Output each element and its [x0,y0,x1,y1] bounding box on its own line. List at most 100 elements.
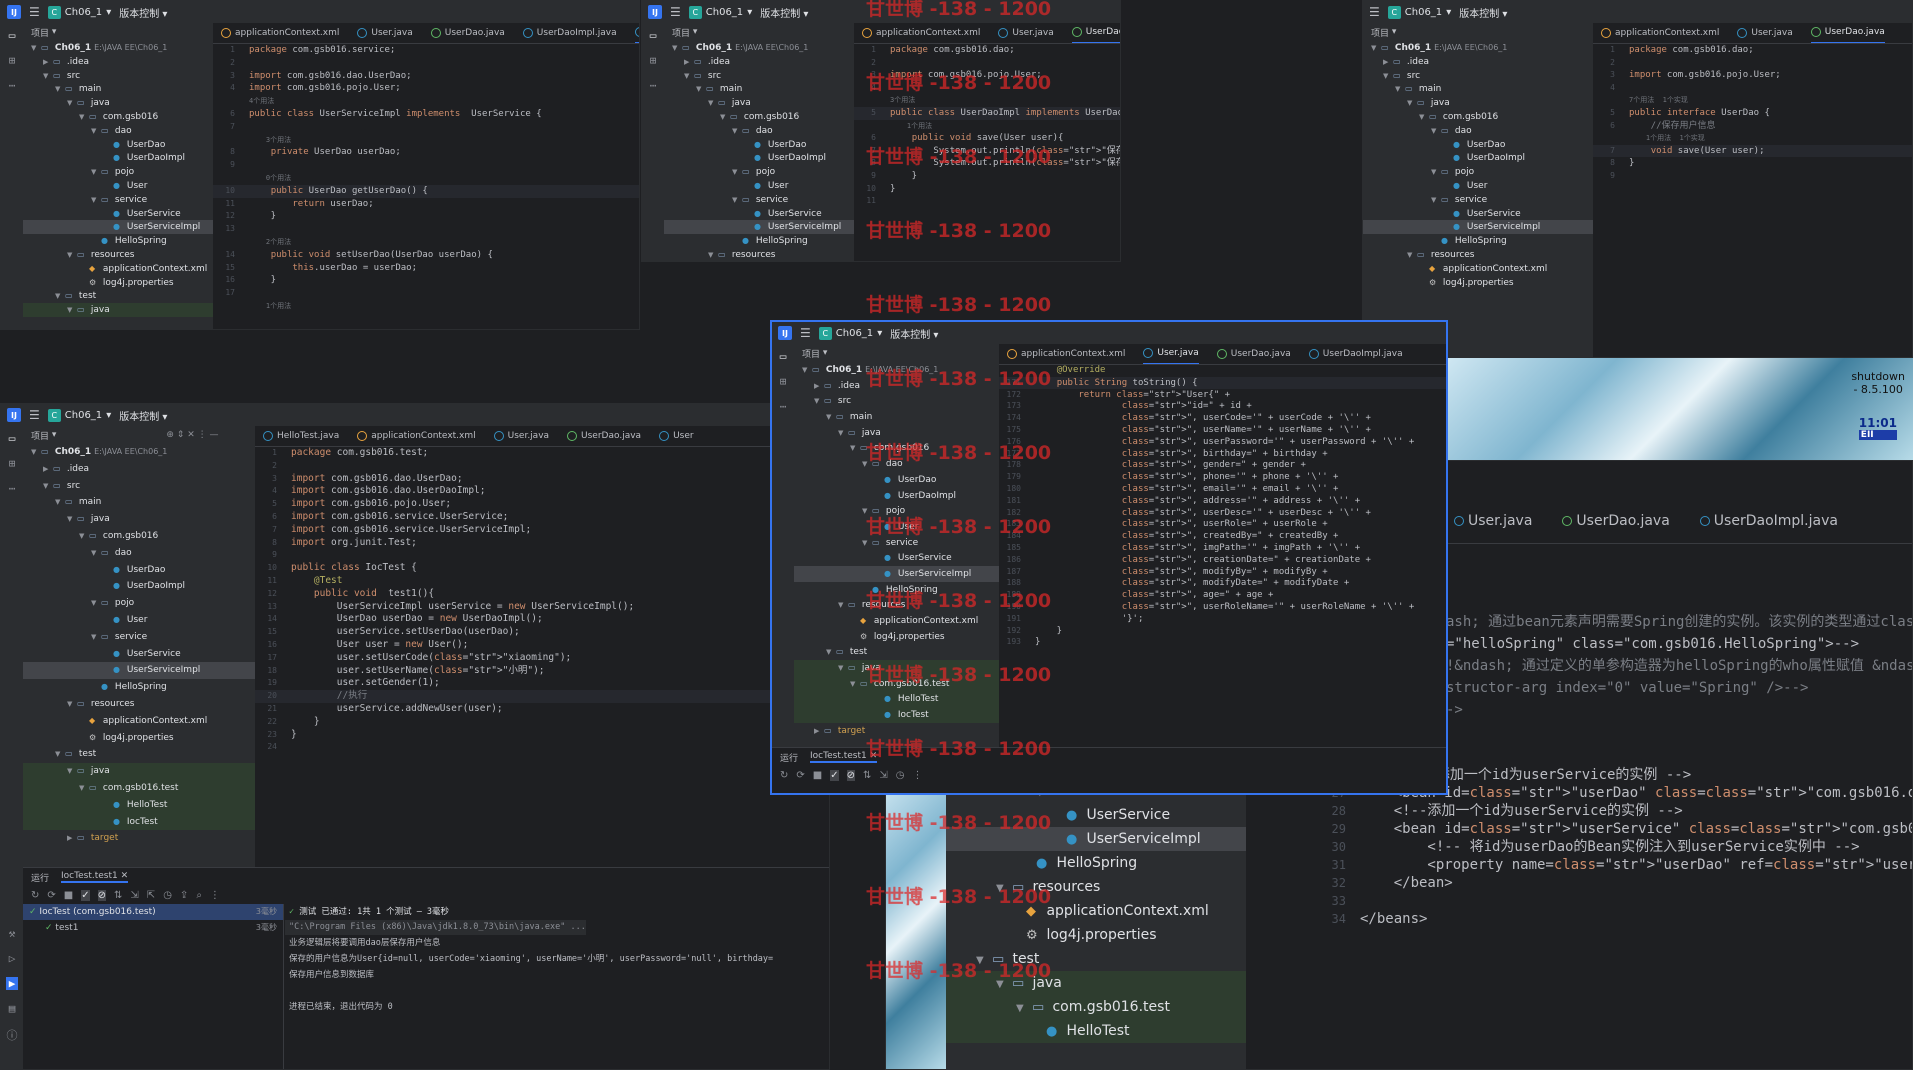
tree-item-userdao[interactable]: ● UserDao [23,562,255,579]
tree-item-user[interactable]: ● User [23,179,213,193]
tree-item-appctx[interactable]: ◆ applicationContext.xml [794,613,999,629]
tree-item-main[interactable]: ▼ ▭ main [23,82,213,96]
tree-item-resources[interactable]: ▼ ▭ resources [1363,248,1593,262]
tree-item-test[interactable]: ▼ ▭ test [23,746,255,763]
vcs-menu[interactable]: 版本控制 ▾ [760,5,808,20]
test-tree-root[interactable]: ✓ IocTest (com.gsb016.test) 3毫秒 [23,904,283,920]
tree-item-test-package[interactable]: ▼ ▭ com.gsb016.test [794,675,999,692]
editor-tab[interactable]: UserDao.java [1562,511,1670,531]
editor-tab[interactable]: UserDao.java [430,23,505,43]
show-passed-icon[interactable]: ✓ [830,769,839,781]
console-output[interactable]: ✓ 测试 已通过: 1共 1 个测试 – 3毫秒 "C:\Program Fil… [285,904,829,1069]
tree-item-userservice[interactable]: ● UserService [794,550,999,566]
history-icon[interactable]: ◷ [896,770,905,781]
tree-item-package[interactable]: ▼ ▭ com.gsb016 [794,440,999,456]
tree-item-service[interactable]: ▼▭ service [23,629,255,646]
editor-tab[interactable]: User.java [1143,344,1199,364]
tree-item-userdaoimpl[interactable]: ● UserDaoImpl [23,151,213,165]
more-tools-icon[interactable]: ⋯ [780,400,787,413]
structure-tool-icon[interactable]: ⊞ [9,457,16,470]
editor-tab[interactable]: applicationContext.xml [862,23,980,43]
tree-item-main[interactable]: ▼ ▭ main [664,82,854,96]
tree-item-resources[interactable]: ▼ ▭ resources [23,696,255,713]
test-tree-item[interactable]: ✓ test1 3毫秒 [23,920,283,936]
export-icon[interactable]: ⇪ [180,890,188,901]
project-tool-icon[interactable]: ▭ [9,29,16,42]
tree-item-userdaoimpl[interactable]: ● UserDaoImpl [1363,151,1593,165]
tree-item-ioctest[interactable]: ● IocTest [794,707,999,723]
tree-item-userdao[interactable]: ● UserDao [23,138,213,152]
stop-icon[interactable]: ■ [64,890,73,901]
tree-item-test[interactable]: ▼ ▭ test [23,289,213,303]
sort-icon[interactable]: ⇅ [114,890,122,901]
tree-item-package[interactable]: ▼ ▭ com.gsb016 [23,110,213,124]
tree-item-userdaoimpl[interactable]: ● UserDaoImpl [23,578,255,595]
tree-item-target[interactable]: ▶ ▭ target [794,723,999,739]
tree-item-hellospring[interactable]: ● HelloSpring [664,234,854,248]
run-tab-label[interactable]: 运行 [31,871,49,884]
editor-tab[interactable]: UserDao.java [567,426,641,446]
tree-item-java[interactable]: ▼ ▭ java [1363,96,1593,110]
rerun-icon[interactable]: ↻ [31,890,39,901]
tree-item-java[interactable]: ▼ ▭ java [664,96,854,110]
code-editor[interactable]: 26 <!-- 添加一个id为userService的实例 -->27 <bea… [1306,766,1912,1069]
tree-item-user[interactable]: ● User [23,612,255,629]
run-config-tab[interactable]: IocTest.test1 ✕ [61,871,129,883]
terminal-icon[interactable]: ▤ [9,1002,16,1015]
tree-item-pojo[interactable]: ▼ ▭ pojo [23,165,213,179]
editor-tab[interactable]: UserDao.java [1216,344,1291,364]
tree-item-hellospring[interactable]: ● HelloSpring [1363,234,1593,248]
tree-item-main[interactable]: ▼ ▭ main [23,494,255,511]
expand-icon[interactable]: ⇲ [879,770,887,781]
tree-item-userserviceimpl[interactable]: ● UserServiceImpl [23,662,255,680]
tree-item-appctx[interactable]: ◆ applicationContext.xml [23,262,213,276]
tree-item-main[interactable]: ▼ ▭ main [794,409,999,425]
editor-tab[interactable]: UserDaoImpl.java [522,23,617,43]
tree-item-java[interactable]: ▼ ▭ java [23,96,213,110]
editor-tab[interactable]: User.java [1737,23,1793,43]
tree-item-userdao[interactable]: ● UserDao [794,472,999,488]
project-switcher[interactable]: C Ch06_1 ▾ [1387,5,1451,19]
editor-tab[interactable]: UserDao.java [1810,23,1885,43]
tree-root[interactable]: ▼ ▭ Ch06_1 E:\JAVA EE\Ch06_1 [1363,41,1593,55]
panel-actions-icon[interactable]: ⊕ ⇕ ✕ ⋮ — [166,430,218,440]
tree-item-pojo[interactable]: ▼ ▭ pojo [1363,165,1593,179]
rerun-failed-icon[interactable]: ⟳ [47,890,55,901]
code-editor[interactable]: 1 package com.gsb016.dao; 2 3 import com.gsb… [854,44,1120,261]
tree-item-resources[interactable]: ▼ ▭ resources [664,248,854,261]
tree-item-service[interactable]: ▼▭ service [1363,193,1593,207]
tree-item-log4j[interactable]: ⚙ log4j.properties [23,730,255,747]
tree-item-test-java[interactable]: ▼ ▭ java [794,660,999,676]
tree-item-appctx[interactable]: ◆ applicationContext.xml [1363,262,1593,276]
collapse-icon[interactable]: ⇱ [147,890,155,901]
build-icon[interactable]: ⚒ [9,927,16,940]
tree-item-ioctest[interactable]: ● IocTest [23,813,255,831]
tree-item-service[interactable]: ▼▭ service [664,193,854,207]
tree-item-hellospring[interactable]: ● HelloSpring [23,234,213,248]
tree-item-resources[interactable]: ▼ ▭ resources [23,248,213,262]
vcs-menu[interactable]: 版本控制 ▾ [119,5,167,20]
desktop-shortcut[interactable]: shutdown - 8.5.100 [1851,370,1905,396]
editor-tab[interactable]: User [659,426,694,446]
expand-icon[interactable]: ⇲ [130,890,138,901]
tree-item-service[interactable]: ▼▭ service [794,535,999,551]
more-tools-icon[interactable]: ⋯ [9,482,16,495]
main-menu-icon[interactable]: ☰ [800,326,811,340]
tree-item-hellotest[interactable]: ● HelloTest [794,691,999,708]
tree-item-dao[interactable]: ▼ ▭ dao [23,545,255,562]
tree-item-log4j[interactable]: ⚙ log4j.properties [23,276,213,290]
tree-item-userdao[interactable]: ● UserDao [1363,138,1593,152]
tree-item-src[interactable]: ▼ ▭ src [1363,69,1593,83]
vcs-menu[interactable]: 版本控制 ▾ [890,326,938,341]
tree-item-pojo[interactable]: ▼ ▭ pojo [794,503,999,519]
project-switcher[interactable]: C Ch06_1 ▾ [47,5,111,19]
tree-item-idea[interactable]: ▶ ▭ .idea [23,461,255,478]
project-panel-header[interactable]: 项目 ▾ [1363,23,1593,41]
problems-icon[interactable]: ⓘ [7,1027,18,1043]
tree-item-userservice[interactable]: ● UserService [23,207,213,221]
tree-item-java[interactable]: ▼ ▭ java [23,511,255,528]
tree-item-userservice[interactable]: ● UserService [23,646,255,663]
editor-tab[interactable]: User.java [493,426,549,446]
structure-tool-icon[interactable]: ⊞ [650,54,657,67]
editor-tab[interactable]: User.java [998,23,1054,43]
